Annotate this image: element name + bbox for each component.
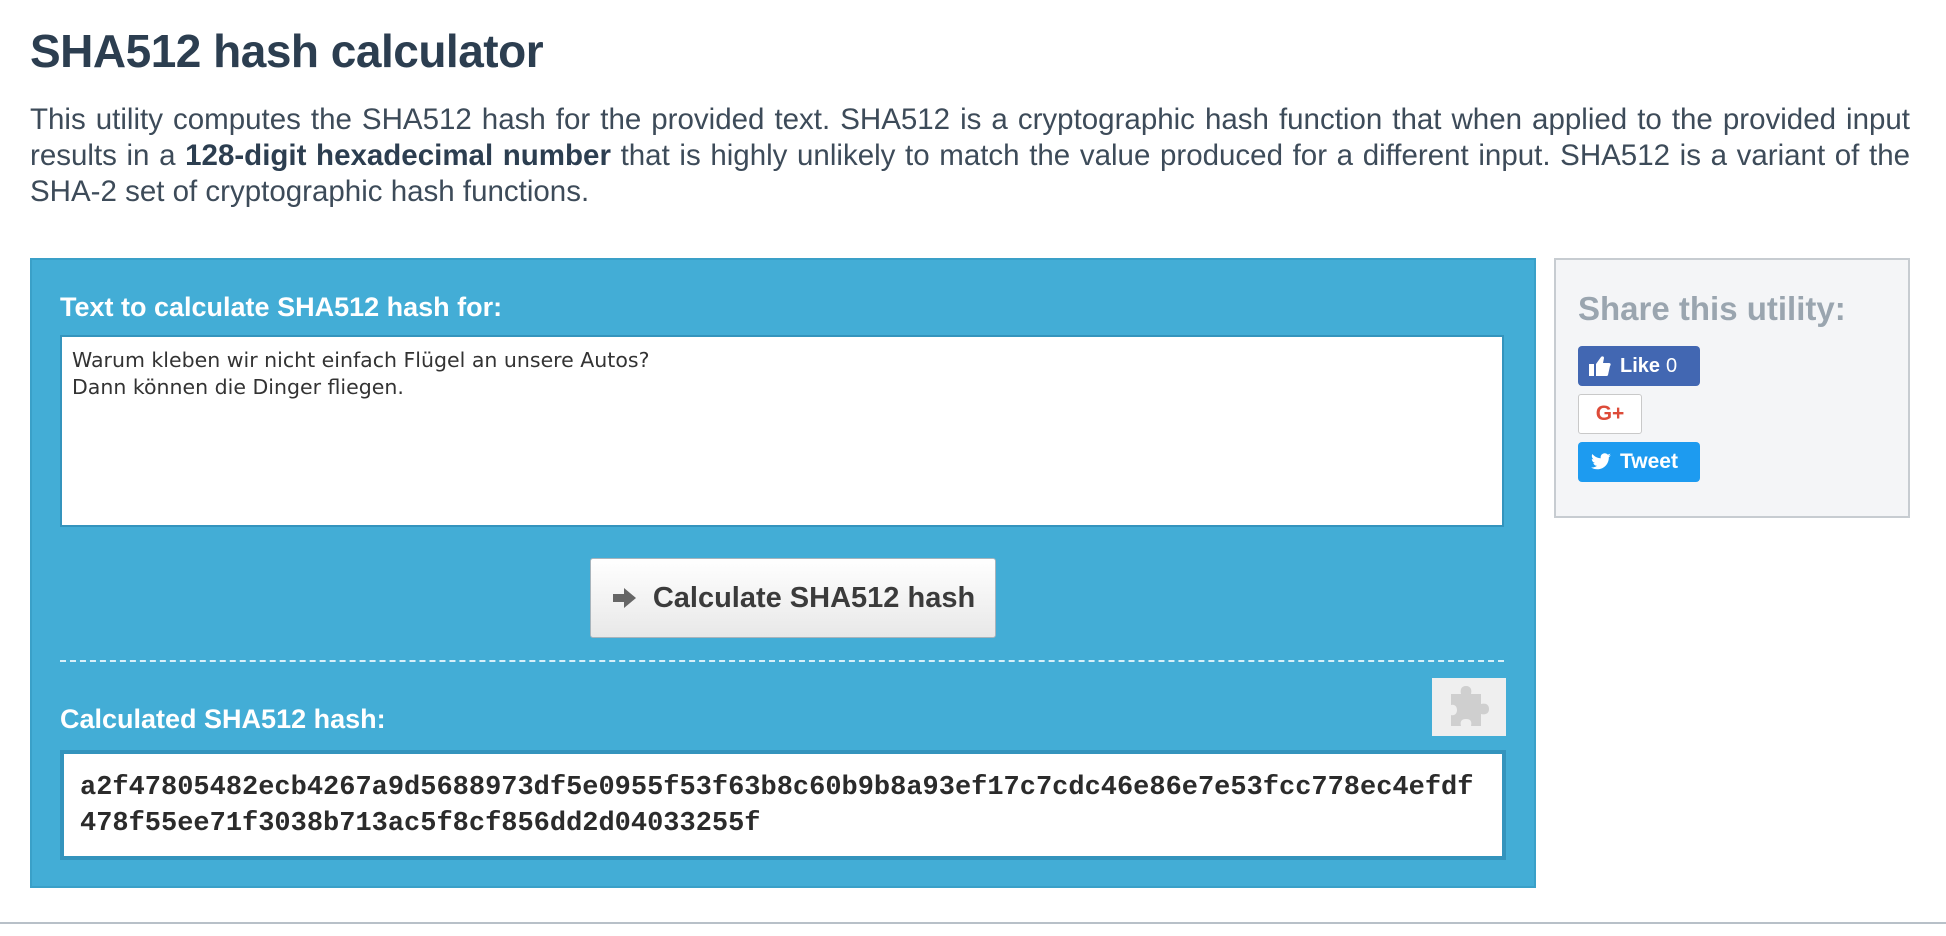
like-count: 0 — [1666, 354, 1678, 377]
output-label: Calculated SHA512 hash: — [60, 704, 386, 734]
text-input[interactable] — [60, 335, 1504, 527]
page-title: SHA512 hash calculator — [30, 25, 544, 77]
input-label: Text to calculate SHA512 hash for: — [60, 292, 503, 322]
calculator-panel: Text to calculate SHA512 hash for: Calcu… — [30, 258, 1536, 888]
intro-bold-text: 128-digit hexadecimal number — [185, 139, 611, 172]
section-divider — [60, 660, 1504, 662]
calculate-button-label: Calculate SHA512 hash — [652, 581, 976, 614]
bottom-divider — [0, 922, 1946, 924]
google-plus-icon: G+ — [1595, 402, 1625, 425]
intro-paragraph: This utility computes the SHA512 hash fo… — [30, 102, 1910, 210]
share-title: Share this utility: — [1578, 290, 1846, 327]
hash-output[interactable]: a2f47805482ecb4267a9d5688973df5e0955f53f… — [60, 750, 1506, 860]
google-plus-button[interactable]: G+ — [1578, 394, 1642, 434]
share-panel: Share this utility: Like 0 G+ Tweet — [1554, 258, 1910, 518]
arrow-right-icon — [612, 588, 636, 608]
tweet-button[interactable]: Tweet — [1578, 442, 1700, 482]
puzzle-icon[interactable] — [1432, 678, 1506, 736]
puzzle-shape — [1451, 686, 1489, 726]
tweet-label: Tweet — [1620, 450, 1678, 473]
facebook-like-button[interactable]: Like 0 — [1578, 346, 1700, 386]
page: SHA512 hash calculator This utility comp… — [0, 0, 1946, 936]
twitter-bird-icon — [1590, 453, 1612, 471]
thumbs-up-icon — [1588, 355, 1612, 377]
calculate-button[interactable]: Calculate SHA512 hash — [590, 558, 996, 638]
like-label: Like — [1620, 354, 1661, 377]
